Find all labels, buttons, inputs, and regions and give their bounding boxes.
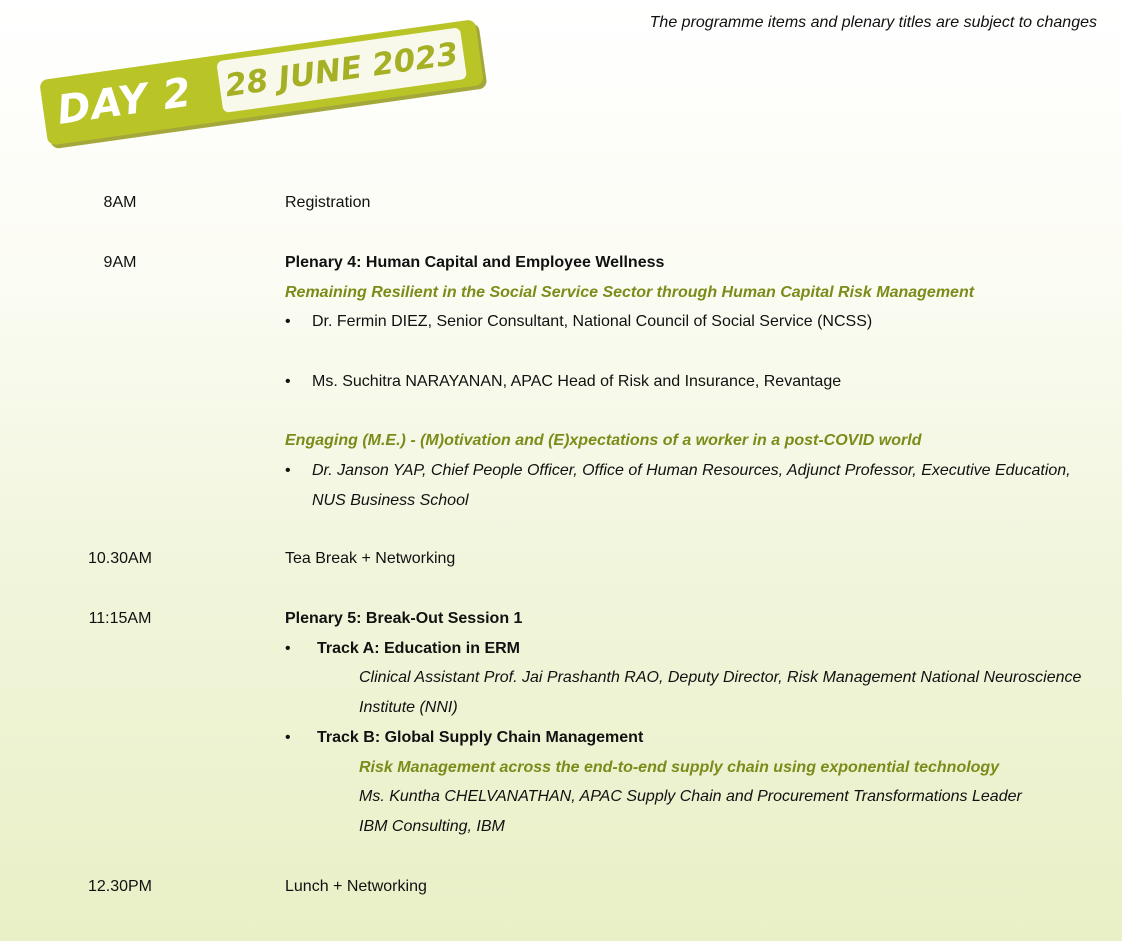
time-1115am: 11:15AM: [88, 610, 152, 627]
agenda-registration: Registration: [285, 194, 371, 211]
disclaimer-note: The programme items and plenary titles a…: [649, 14, 1097, 31]
speaker-janson-yap: Dr. Janson YAP, Chief People Officer, Of…: [312, 462, 1071, 479]
bullet-marker: •: [285, 729, 291, 746]
track-b-speaker-affiliation: IBM Consulting, IBM: [359, 818, 505, 835]
time-9am: 9AM: [103, 254, 137, 271]
bullet-marker: •: [285, 373, 291, 390]
speaker-janson-yap-affiliation: NUS Business School: [312, 492, 469, 509]
track-b-topic: Risk Management across the end-to-end su…: [359, 759, 1000, 776]
time-1230pm: 12.30PM: [87, 878, 153, 895]
plenary-4-topic-1: Remaining Resilient in the Social Servic…: [285, 284, 975, 301]
plenary-4-title: Plenary 4: Human Capital and Employee We…: [285, 254, 665, 271]
track-b-speaker: Ms. Kuntha CHELVANATHAN, APAC Supply Cha…: [359, 788, 1022, 805]
agenda-lunch: Lunch + Networking: [285, 878, 427, 895]
speaker-fermin-diez: Dr. Fermin DIEZ, Senior Consultant, Nati…: [312, 313, 873, 330]
date-box: 28 JUNE 2023: [216, 27, 468, 114]
track-a-speaker-affiliation: Institute (NNI): [359, 699, 458, 716]
day-label: DAY 2: [54, 69, 195, 134]
speaker-suchitra-narayanan: Ms. Suchitra NARAYANAN, APAC Head of Ris…: [312, 373, 842, 390]
track-a-speaker: Clinical Assistant Prof. Jai Prashanth R…: [359, 669, 1082, 686]
track-b-title: Track B: Global Supply Chain Management: [317, 729, 644, 746]
bullet-marker: •: [285, 462, 291, 479]
plenary-4-topic-2: Engaging (M.E.) - (M)otivation and (E)xp…: [285, 432, 922, 449]
time-1030am: 10.30AM: [87, 550, 153, 567]
banner-body: DAY 2 28 JUNE 2023: [39, 19, 485, 146]
bullet-marker: •: [285, 640, 291, 657]
day-banner: DAY 2 28 JUNE 2023: [39, 18, 490, 150]
agenda-tea-break: Tea Break + Networking: [285, 550, 456, 567]
bullet-marker: •: [285, 313, 291, 330]
plenary-5-title: Plenary 5: Break-Out Session 1: [285, 610, 523, 627]
track-a-title: Track A: Education in ERM: [317, 640, 520, 657]
time-8am: 8AM: [103, 194, 137, 211]
